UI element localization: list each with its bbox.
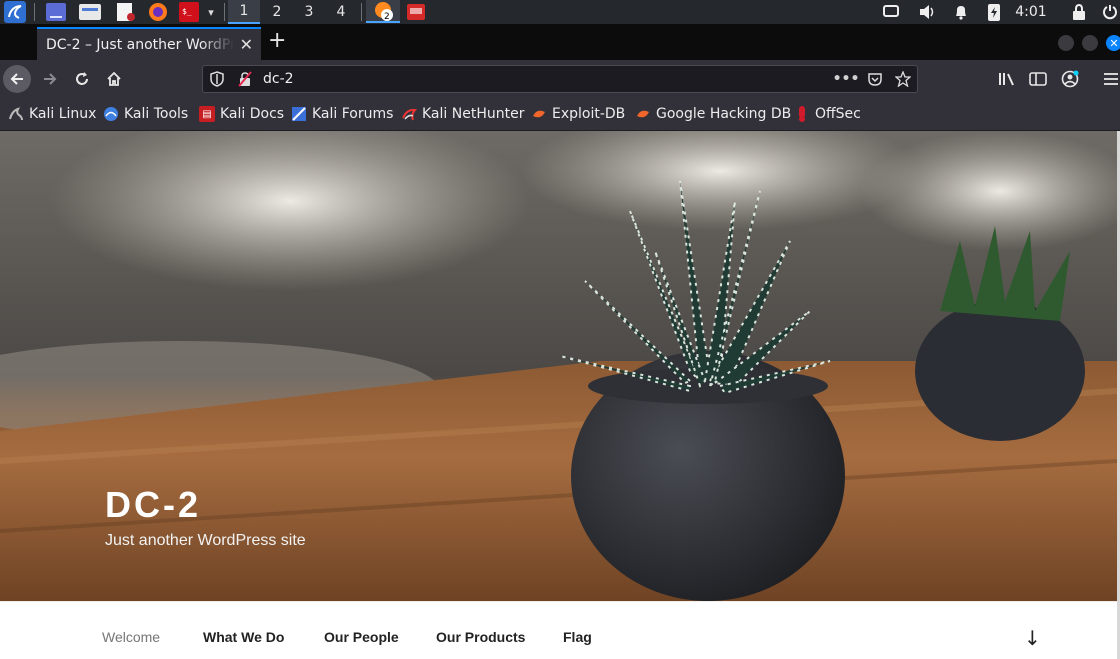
firefox-launcher-icon[interactable] xyxy=(147,1,169,23)
workspace-3[interactable]: 3 xyxy=(293,0,325,24)
insecure-connection-icon[interactable] xyxy=(236,70,254,88)
navigation-toolbar: dc-2 ••• xyxy=(0,60,1120,98)
site-title[interactable]: DC-2 xyxy=(105,484,201,526)
sidebar-toggle-icon[interactable] xyxy=(1024,65,1052,93)
bookmarks-toolbar: Kali Linux Kali Tools ▤ Kali Docs Kali F… xyxy=(0,98,1120,131)
site-navigation-menu: Welcome What We Do Our People Our Produc… xyxy=(0,601,1117,659)
svg-text:2: 2 xyxy=(384,12,390,21)
menu-item-flag[interactable]: Flag xyxy=(563,629,592,645)
bookmark-kali-forums[interactable]: Kali Forums xyxy=(291,105,393,123)
system-taskbar: $_ ▾ 1 2 3 4 2 4:01 xyxy=(0,0,1120,24)
bookmark-star-icon[interactable] xyxy=(894,70,912,88)
kali-tools-icon xyxy=(103,106,119,122)
clock[interactable]: 4:01 xyxy=(1012,0,1050,24)
browser-tab-active[interactable]: DC-2 – Just another WordPress site ✕ xyxy=(37,27,261,60)
kali-docs-icon: ▤ xyxy=(199,106,215,122)
window-close-button[interactable]: ✕ xyxy=(1106,35,1120,51)
kali-forums-icon xyxy=(291,106,307,122)
menu-item-welcome[interactable]: Welcome xyxy=(102,629,160,645)
menu-item-our-people[interactable]: Our People xyxy=(324,629,399,645)
nethunter-icon xyxy=(401,106,417,122)
display-icon[interactable] xyxy=(880,0,902,24)
hamburger-menu-icon[interactable] xyxy=(1097,65,1120,93)
firefox-window-task[interactable]: 2 xyxy=(366,0,400,23)
kali-menu-icon[interactable] xyxy=(2,1,28,23)
succulent-on-table-photo xyxy=(0,131,1117,601)
bookmark-exploit-db[interactable]: Exploit-DB xyxy=(531,105,625,123)
terminal-window-task[interactable] xyxy=(405,1,427,23)
bookmark-offsec[interactable]: OffSec xyxy=(794,105,861,123)
hero-header-image: DC-2 Just another WordPress site xyxy=(0,131,1117,601)
reload-button[interactable] xyxy=(68,65,96,93)
workspace-1[interactable]: 1 xyxy=(228,0,260,24)
library-icon[interactable] xyxy=(993,65,1021,93)
url-text[interactable]: dc-2 xyxy=(263,71,294,87)
window-maximize-button[interactable] xyxy=(1082,35,1098,51)
scroll-down-arrow-icon[interactable]: ↓ xyxy=(1024,626,1041,650)
forward-button[interactable] xyxy=(36,65,64,93)
tracking-protection-shield-icon[interactable] xyxy=(208,70,226,88)
chevron-down-icon[interactable]: ▾ xyxy=(203,1,219,23)
menu-item-our-products[interactable]: Our Products xyxy=(436,629,525,645)
pocket-save-icon[interactable] xyxy=(866,70,884,88)
power-icon[interactable] xyxy=(1100,0,1120,24)
menu-item-what-we-do[interactable]: What We Do xyxy=(203,629,284,645)
new-tab-button[interactable]: + xyxy=(268,29,286,53)
svg-text:$_: $_ xyxy=(182,7,192,16)
workspace-4[interactable]: 4 xyxy=(325,0,357,24)
bookmark-kali-tools[interactable]: Kali Tools xyxy=(103,105,188,123)
workspace-show-desktop-icon[interactable] xyxy=(45,1,67,23)
lock-screen-icon[interactable] xyxy=(1068,0,1090,24)
file-manager-icon[interactable] xyxy=(79,1,101,23)
notifications-bell-icon[interactable] xyxy=(950,0,972,24)
bookmark-kali-docs[interactable]: ▤ Kali Docs xyxy=(199,105,284,123)
page-actions-more-icon[interactable]: ••• xyxy=(833,70,860,88)
exploit-db-icon xyxy=(531,106,547,122)
battery-power-icon[interactable] xyxy=(984,0,1004,24)
web-page: DC-2 Just another WordPress site Welcome… xyxy=(0,131,1120,659)
kali-dragon-icon xyxy=(8,106,24,122)
volume-icon[interactable] xyxy=(916,0,938,24)
bookmark-google-hacking-db[interactable]: Google Hacking DB xyxy=(635,105,791,123)
text-editor-icon[interactable] xyxy=(114,1,136,23)
account-icon[interactable] xyxy=(1056,65,1084,93)
terminal-launcher-icon[interactable]: $_ xyxy=(178,1,200,23)
home-button[interactable] xyxy=(100,65,128,93)
tab-title: DC-2 – Just another WordPress site xyxy=(46,36,234,53)
ghdb-icon xyxy=(635,106,651,122)
tab-close-icon[interactable]: ✕ xyxy=(240,35,253,54)
browser-tab-strip: DC-2 – Just another WordPress site ✕ xyxy=(0,24,1120,60)
offsec-icon xyxy=(794,106,810,122)
bookmark-kali-nethunter[interactable]: Kali NetHunter xyxy=(401,105,524,123)
site-tagline: Just another WordPress site xyxy=(105,532,306,549)
bookmark-kali-linux[interactable]: Kali Linux xyxy=(8,105,96,123)
window-minimize-button[interactable] xyxy=(1058,35,1074,51)
url-bar[interactable]: dc-2 ••• xyxy=(202,65,918,93)
workspace-2[interactable]: 2 xyxy=(261,0,293,24)
back-button[interactable] xyxy=(3,65,31,93)
